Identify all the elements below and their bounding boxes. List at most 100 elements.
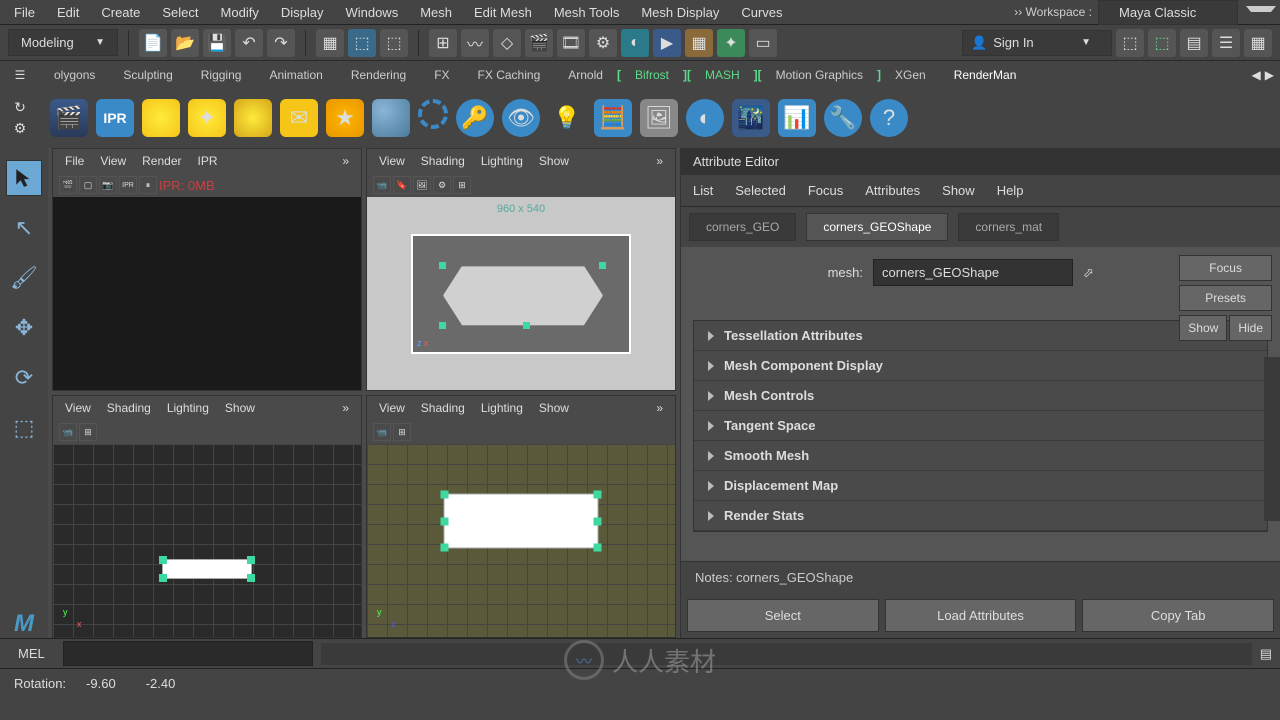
mel-label[interactable]: MEL [8, 643, 55, 664]
vp-gear-icon[interactable]: ⚙ [433, 176, 451, 194]
shelf-tab-mash[interactable]: MASH [691, 63, 754, 87]
shelf-tab-animation[interactable]: Animation [255, 63, 336, 87]
shelf-help-icon[interactable]: ? [870, 99, 908, 137]
snap-curve-icon[interactable]: 〰 [461, 29, 489, 57]
render-settings-icon[interactable]: ⚙ [589, 29, 617, 57]
attribute-editor-icon[interactable]: ▤ [1180, 29, 1208, 57]
select-mode-icon[interactable]: ⬚ [348, 29, 376, 57]
save-scene-icon[interactable]: 💾 [203, 29, 231, 57]
signin-dropdown[interactable]: 👤 Sign In ▼ [962, 30, 1112, 56]
select-by-type-icon[interactable]: ▦ [316, 29, 344, 57]
ae-focus-button[interactable]: Focus [1179, 255, 1272, 281]
vp-menu-shading[interactable]: Shading [415, 399, 471, 417]
mesh-name-input[interactable] [873, 259, 1073, 286]
vp-grid-icon[interactable]: ⊞ [393, 423, 411, 441]
paint-tool[interactable]: 🖌 [6, 260, 42, 296]
shelf-image-icon[interactable]: 🖼 [640, 99, 678, 137]
ae-section-meshcontrols[interactable]: Mesh Controls [694, 381, 1267, 411]
vp-cam-icon[interactable]: 📹 [373, 176, 391, 194]
rotate-tool[interactable]: ⟳ [6, 360, 42, 396]
menu-select[interactable]: Select [152, 2, 208, 23]
script-editor-icon[interactable]: ▤ [1260, 646, 1272, 662]
panel-menu-icon[interactable]: » [336, 399, 355, 417]
shelf-tab-rigging[interactable]: Rigging [187, 63, 256, 87]
shelf-tab-rendering[interactable]: Rendering [337, 63, 420, 87]
input-connection-icon[interactable]: ⬀ [1083, 265, 1094, 281]
menuset-selector[interactable]: Modeling▼ [8, 29, 118, 56]
ae-menu-selected[interactable]: Selected [735, 183, 786, 198]
snap-grid-icon[interactable]: ⊞ [429, 29, 457, 57]
shelf-light3-icon[interactable] [234, 99, 272, 137]
workspace-selector[interactable]: Maya Classic [1098, 0, 1238, 25]
render-icon[interactable]: 🎬 [525, 29, 553, 57]
light-editor-icon[interactable]: ✦ [717, 29, 745, 57]
rv-snapshot-icon[interactable]: 📷 [99, 176, 117, 194]
vp-menu-show[interactable]: Show [219, 399, 261, 417]
shelf-gear-icon[interactable]: ⚙ [14, 120, 27, 137]
ae-section-tangentspace[interactable]: Tangent Space [694, 411, 1267, 441]
new-scene-icon[interactable]: 📄 [139, 29, 167, 57]
shelf-light1-icon[interactable] [142, 99, 180, 137]
menu-curves[interactable]: Curves [731, 2, 792, 23]
render-menu-view[interactable]: View [94, 152, 132, 170]
rv-ipr-icon[interactable]: IPR [119, 176, 137, 194]
shelf-scroll-left-icon[interactable]: ◀ [1252, 68, 1261, 82]
ae-menu-list[interactable]: List [693, 183, 713, 198]
ae-section-smoothmesh[interactable]: Smooth Mesh [694, 441, 1267, 471]
ae-menu-focus[interactable]: Focus [808, 183, 843, 198]
shelf-menu-icon[interactable]: ☰ [0, 68, 40, 82]
shelf-env-icon[interactable]: ✉ [280, 99, 318, 137]
side-canvas[interactable]: yx [53, 444, 361, 637]
menu-mesh-tools[interactable]: Mesh Tools [544, 2, 630, 23]
ae-select-button[interactable]: Select [687, 599, 879, 632]
shelf-tab-motiongraphics[interactable]: Motion Graphics [762, 63, 877, 87]
human-ik-icon[interactable]: ⬚ [1148, 29, 1176, 57]
vp-grid-icon[interactable]: ⊞ [79, 423, 97, 441]
menu-windows[interactable]: Windows [335, 2, 408, 23]
shelf-bulb-icon[interactable]: 💡 [548, 99, 586, 137]
shelf-calc-icon[interactable]: 🧮 [594, 99, 632, 137]
menu-create[interactable]: Create [91, 2, 150, 23]
ae-copy-tab-button[interactable]: Copy Tab [1082, 599, 1274, 632]
vp-menu-view[interactable]: View [373, 152, 411, 170]
hypershade-icon[interactable]: ◐ [621, 29, 649, 57]
vp-menu-lighting[interactable]: Lighting [475, 152, 529, 170]
menu-file[interactable]: File [4, 2, 45, 23]
shelf-star-icon[interactable]: ★ [326, 99, 364, 137]
shelf-scroll-right-icon[interactable]: ▶ [1265, 68, 1274, 82]
shelf-wrench-icon[interactable]: 🔧 [824, 99, 862, 137]
ae-menu-attributes[interactable]: Attributes [865, 183, 920, 198]
vp-menu-show[interactable]: Show [533, 399, 575, 417]
playblast-icon[interactable]: ▦ [685, 29, 713, 57]
vp-menu-lighting[interactable]: Lighting [161, 399, 215, 417]
ae-tab-geo[interactable]: corners_GEO [689, 213, 796, 241]
top-canvas[interactable]: yz [367, 444, 675, 637]
vp-menu-view[interactable]: View [373, 399, 411, 417]
command-input[interactable] [63, 641, 313, 666]
snap-point-icon[interactable]: ◇ [493, 29, 521, 57]
ae-tab-mat[interactable]: corners_mat [958, 213, 1059, 241]
ae-presets-button[interactable]: Presets [1179, 285, 1272, 311]
ae-tab-geoshape[interactable]: corners_GEOShape [806, 213, 948, 241]
vp-bookmark-icon[interactable]: 🔖 [393, 176, 411, 194]
shelf-tab-arnold[interactable]: Arnold [554, 63, 617, 87]
ae-section-renderstats[interactable]: Render Stats [694, 501, 1267, 531]
rv-clapper-icon[interactable]: 🎬 [59, 176, 77, 194]
vp-menu-shading[interactable]: Shading [101, 399, 157, 417]
shelf-tab-renderman[interactable]: RenderMan [940, 63, 1031, 87]
panel-layout-icon[interactable]: ▭ [749, 29, 777, 57]
menu-mesh[interactable]: Mesh [410, 2, 462, 23]
select-tool[interactable] [6, 160, 42, 196]
ae-show-button[interactable]: Show [1179, 315, 1227, 341]
select-highlight-icon[interactable]: ⬚ [380, 29, 408, 57]
shelf-render-icon[interactable]: 🎬 [50, 99, 88, 137]
shelf-chart-icon[interactable]: 📊 [778, 99, 816, 137]
redo-icon[interactable]: ↷ [267, 29, 295, 57]
shelf-moon-icon[interactable]: ◐ [686, 99, 724, 137]
ae-section-displacement[interactable]: Displacement Map [694, 471, 1267, 501]
ipr-render-icon[interactable]: 🎞 [557, 29, 585, 57]
panel-menu-icon[interactable]: » [336, 152, 355, 170]
shelf-sphere-icon[interactable] [372, 99, 410, 137]
shelf-tab-sculpting[interactable]: Sculpting [109, 63, 186, 87]
shelf-tab-polygons[interactable]: olygons [40, 63, 109, 87]
